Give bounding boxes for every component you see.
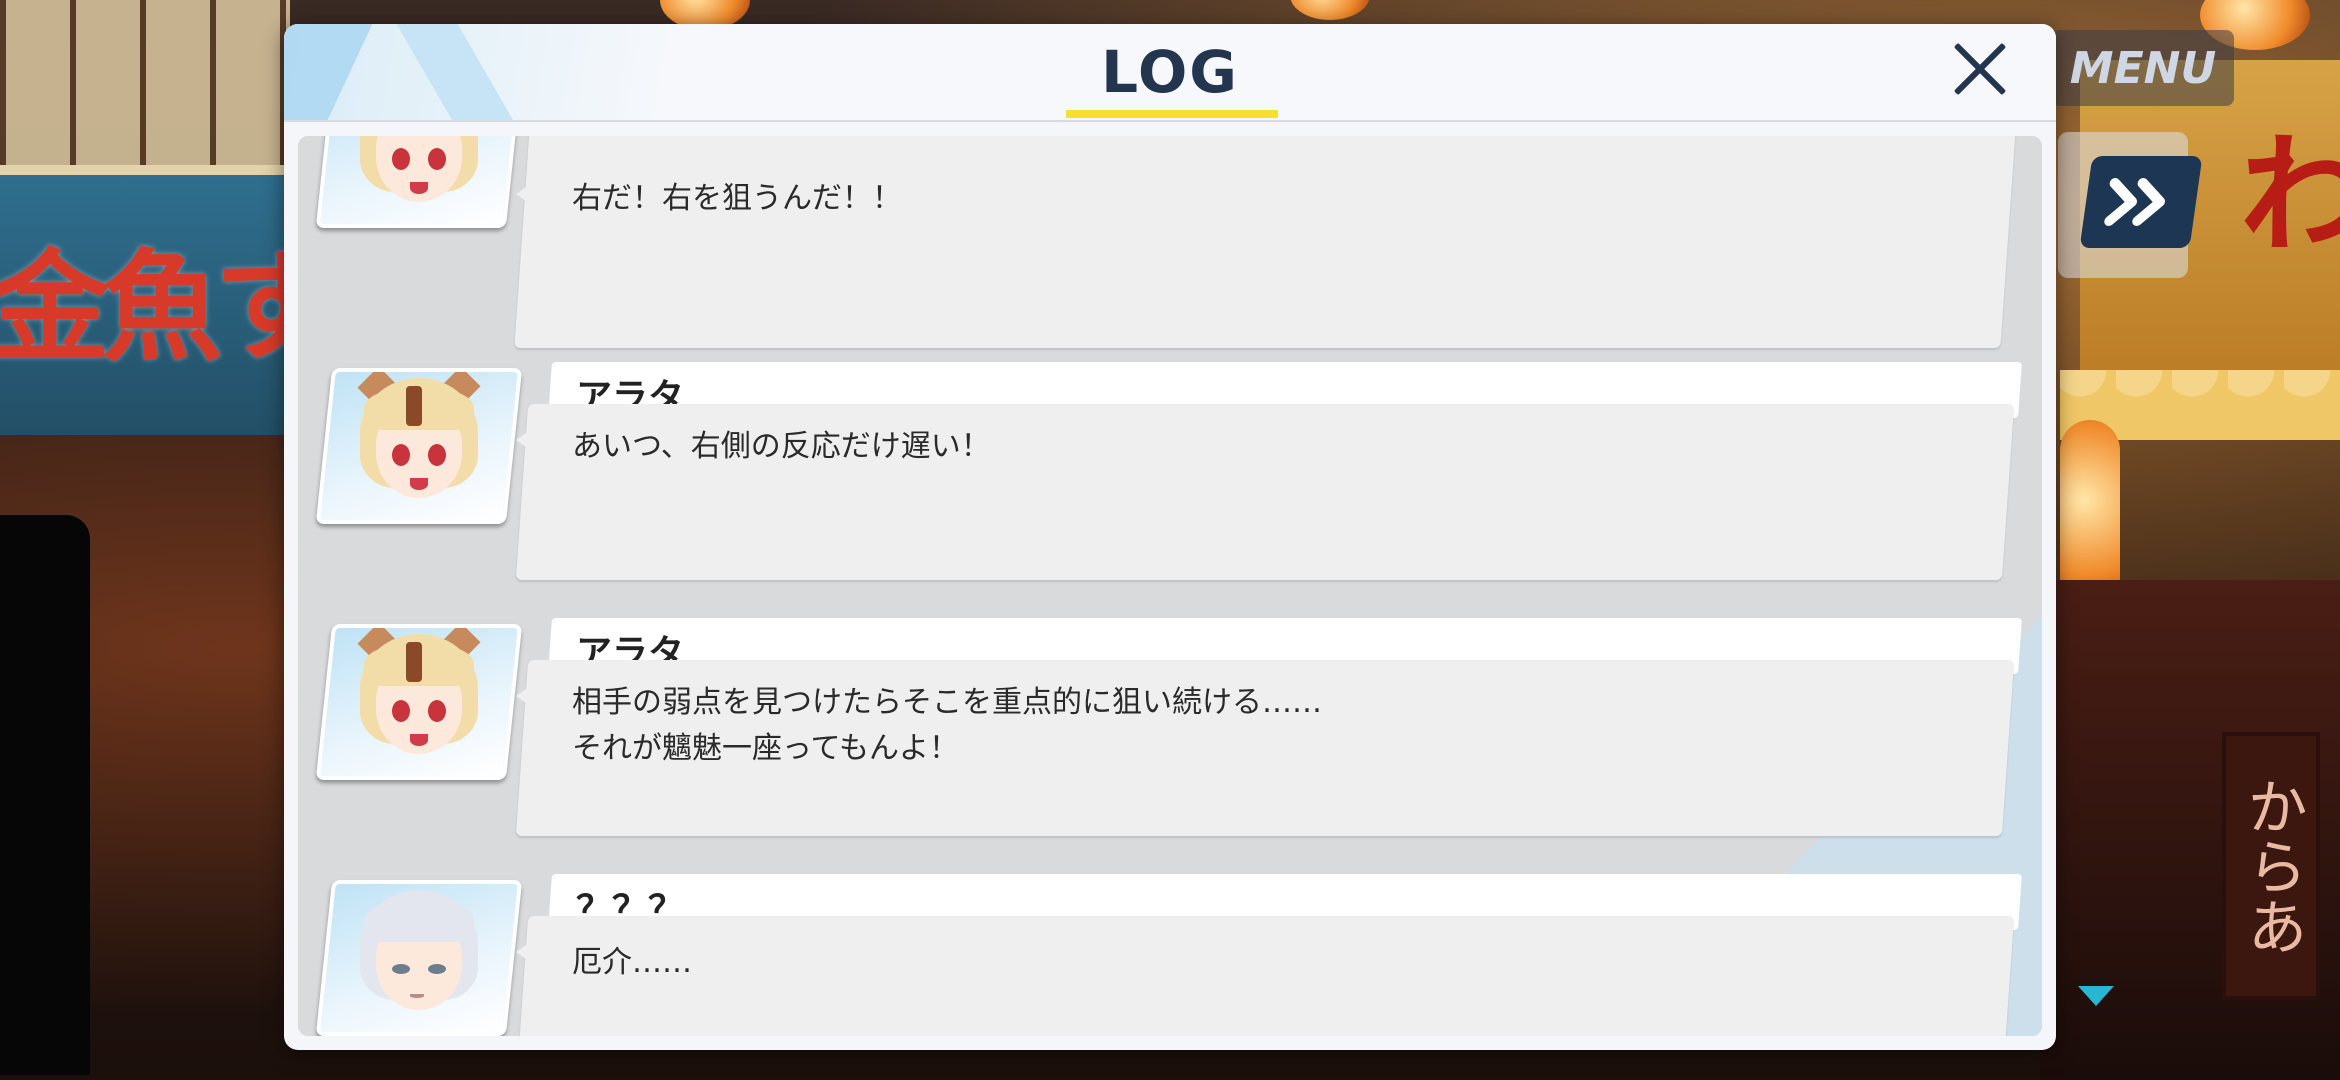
- message-box: [514, 136, 2016, 348]
- speaker-avatar: [315, 136, 523, 228]
- message-text: 厄介……: [572, 945, 692, 980]
- lantern: [1290, 0, 1370, 20]
- close-icon[interactable]: [1950, 38, 2010, 98]
- message-box: [515, 916, 2015, 1036]
- speaker-avatar: [315, 624, 523, 780]
- menu-button[interactable]: MENU: [2052, 30, 2234, 106]
- message-tail: [516, 676, 544, 716]
- double-chevron-right-icon: [2104, 178, 2166, 226]
- stall-sign: からあ: [2222, 732, 2320, 1000]
- message-tail: [516, 420, 544, 460]
- title-underline: [1066, 110, 1278, 118]
- message-text: 右だ！右を狙うんだ！！: [572, 181, 902, 216]
- speaker-avatar: [315, 368, 523, 524]
- message-tail: [516, 932, 544, 972]
- right-stall-sign-text: わ: [2239, 118, 2340, 271]
- log-list[interactable]: 右だ！右を狙うんだ！！ アラタ あいつ、右側の反応だけ遅い！ アラタ 相手の弱点…: [298, 136, 2042, 1036]
- scroll-down-indicator-icon: [2078, 986, 2114, 1006]
- shoji-window: [0, 0, 290, 190]
- message-text: あいつ、右側の反応だけ遅い！: [572, 429, 991, 464]
- fast-forward-button[interactable]: [2079, 156, 2203, 248]
- log-title: LOG: [1101, 38, 1239, 106]
- speaker-avatar: [315, 880, 523, 1036]
- side-panel: [0, 515, 90, 1075]
- log-dialog: LOG 右だ！右を狙うんだ！！ アラタ あいつ、右側の反応だけ遅い！ アラタ 相…: [284, 24, 2056, 1050]
- message-text: 相手の弱点を見つけたらそこを重点的に狙い続ける…… それが魑魅一座ってもんよ！: [572, 685, 1322, 766]
- log-dialog-header: LOG: [284, 24, 2056, 122]
- message-tail: [516, 174, 544, 214]
- goldfish-stall-sign-text: 金魚す: [0, 237, 334, 378]
